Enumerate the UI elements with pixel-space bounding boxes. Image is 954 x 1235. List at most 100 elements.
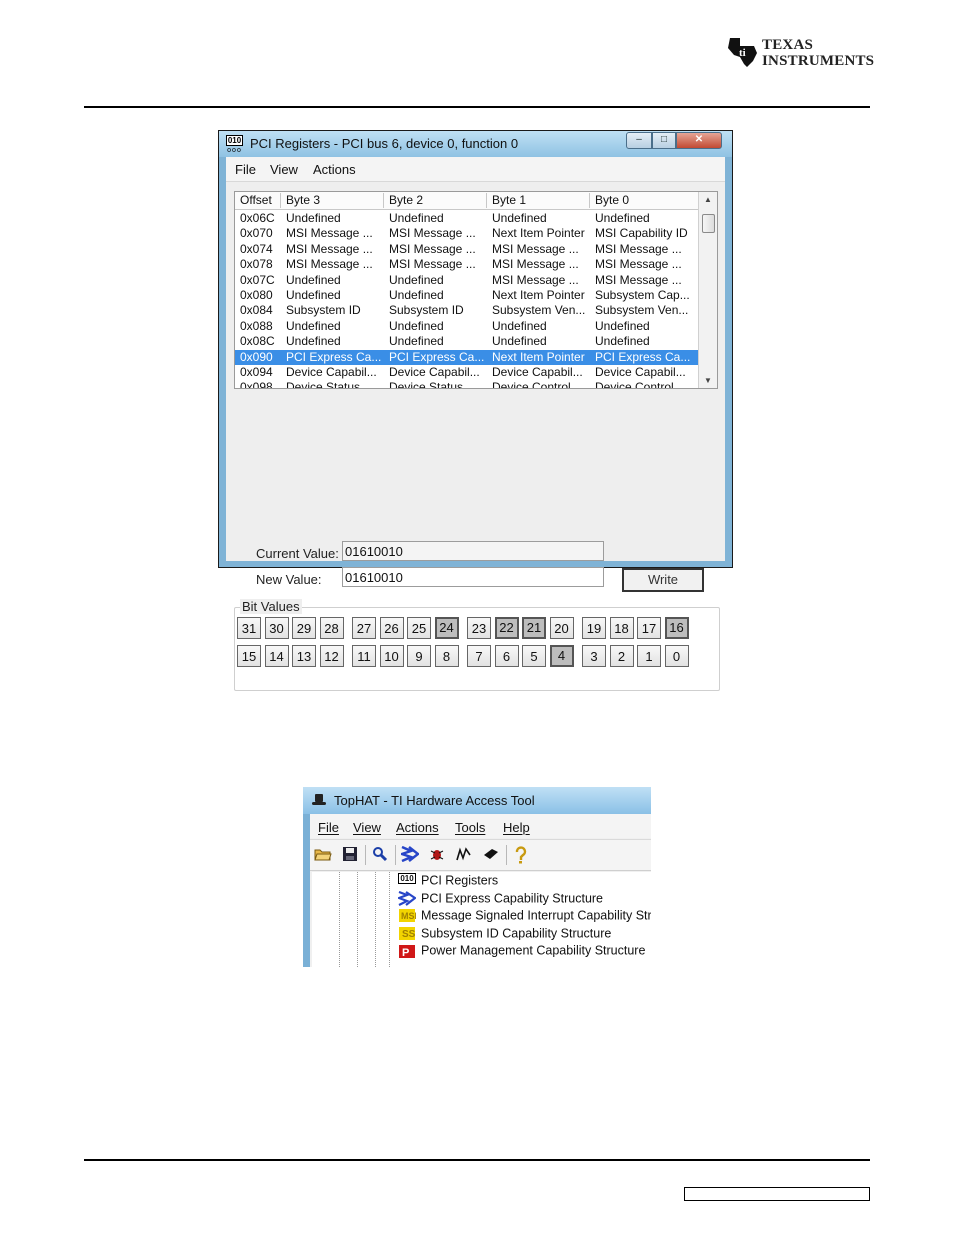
table-row[interactable]: 0x06C Undefined Undefined Undefined Undefine… <box>235 211 698 226</box>
column-byte3[interactable]: Byte 3 <box>281 193 384 208</box>
tophat-window: TopHAT - TI Hardware Access Tool File Vi… <box>303 787 651 967</box>
bit-19-toggle[interactable]: 19 <box>582 617 606 639</box>
bit-25-toggle[interactable]: 25 <box>407 617 431 639</box>
probe-icon[interactable] <box>455 846 473 864</box>
bug-icon[interactable] <box>428 846 446 864</box>
toolbar-separator <box>395 845 396 865</box>
table-row[interactable]: 0x090 PCI Express Ca... PCI Express Ca... N… <box>235 349 698 365</box>
table-row[interactable]: 0x078 MSI Message ... MSI Message ... MSI M… <box>235 257 698 272</box>
table-cell: 0x098 <box>240 380 273 389</box>
write-button[interactable]: Write <box>622 568 704 592</box>
close-button[interactable]: ✕ <box>676 132 722 149</box>
menu-actions[interactable]: Actions <box>313 162 356 177</box>
table-row[interactable]: 0x094 Device Capabil... Device Capabil... D… <box>235 365 698 380</box>
title-bar[interactable]: TopHAT - TI Hardware Access Tool <box>303 787 651 814</box>
table-cell: PCI Express Ca... <box>389 349 485 364</box>
bit-3-toggle[interactable]: 3 <box>582 645 606 667</box>
tree-item[interactable]: 010 PCI Registers <box>398 873 498 890</box>
table-row[interactable]: 0x088 Undefined Undefined Undefined Undefine… <box>235 319 698 334</box>
maximize-button[interactable]: □ <box>652 132 676 149</box>
bit-28-toggle[interactable]: 28 <box>319 617 344 639</box>
bit-22-toggle[interactable]: 22 <box>494 617 519 639</box>
chip-icon[interactable] <box>482 846 500 864</box>
menu-file[interactable]: File <box>318 820 339 835</box>
tophat-icon <box>312 794 326 806</box>
table-cell: Next Item Pointer <box>492 349 585 364</box>
current-value-label: Current Value: <box>256 546 339 561</box>
help-icon[interactable] <box>512 846 530 864</box>
scroll-thumb[interactable] <box>702 214 715 233</box>
bit-20-toggle[interactable]: 20 <box>549 617 574 639</box>
bit-0-toggle[interactable]: 0 <box>664 645 689 667</box>
column-byte1[interactable]: Byte 1 <box>487 193 590 208</box>
table-header: Offset Byte 3 Byte 2 Byte 1 Byte 0 <box>235 192 698 210</box>
menu-file[interactable]: File <box>235 162 256 177</box>
menu-help[interactable]: Help <box>503 820 530 835</box>
title-bar[interactable]: 010 ooo PCI Registers - PCI bus 6, devic… <box>219 131 732 157</box>
table-row[interactable]: 0x080 Undefined Undefined Next Item Pointer… <box>235 288 698 303</box>
icon-bits-label: 010 <box>226 135 243 146</box>
bit-8-toggle[interactable]: 8 <box>434 645 459 667</box>
menu-tools[interactable]: Tools <box>455 820 485 835</box>
bit-30-toggle[interactable]: 30 <box>264 617 289 639</box>
minimize-button[interactable]: – <box>626 132 652 149</box>
table-cell: Undefined <box>286 318 341 333</box>
table-row[interactable]: 0x074 MSI Message ... MSI Message ... MSI M… <box>235 242 698 257</box>
bit-5-toggle[interactable]: 5 <box>522 645 546 667</box>
table-cell: MSI Message ... <box>286 241 373 256</box>
bit-7-toggle[interactable]: 7 <box>467 645 491 667</box>
bit-29-toggle[interactable]: 29 <box>292 617 316 639</box>
table-row[interactable]: 0x08C Undefined Undefined Undefined Undefine… <box>235 334 698 349</box>
logo-text-instruments: INSTRUMENTS <box>762 53 875 69</box>
pci-express-icon[interactable] <box>398 845 421 864</box>
tree-item[interactable]: MSI Message Signaled Interrupt Capability… <box>398 908 651 925</box>
bit-11-toggle[interactable]: 11 <box>352 645 376 667</box>
bit-23-toggle[interactable]: 23 <box>467 617 491 639</box>
new-value-input[interactable]: 01610010 <box>342 567 604 587</box>
tree-item[interactable]: SS Subsystem ID Capability Structure <box>398 926 611 943</box>
tree-item[interactable]: P Power Management Capability Structure <box>398 943 645 960</box>
bit-14-toggle[interactable]: 14 <box>264 645 289 667</box>
bit-16-toggle[interactable]: 16 <box>664 617 689 639</box>
column-byte0[interactable]: Byte 0 <box>590 193 698 208</box>
table-row[interactable]: 0x070 MSI Message ... MSI Message ... Next … <box>235 226 698 241</box>
bit-24-toggle[interactable]: 24 <box>434 617 459 639</box>
menu-view[interactable]: View <box>270 162 298 177</box>
column-offset[interactable]: Offset <box>235 193 281 208</box>
table-row[interactable]: 0x07C Undefined Undefined MSI Message ... MS… <box>235 273 698 288</box>
menu-view[interactable]: View <box>353 820 381 835</box>
tree-item-label: Message Signaled Interrupt Capability St… <box>421 908 651 923</box>
bit-10-toggle[interactable]: 10 <box>379 645 404 667</box>
bit-17-toggle[interactable]: 17 <box>637 617 661 639</box>
bit-9-toggle[interactable]: 9 <box>407 645 431 667</box>
bit-2-toggle[interactable]: 2 <box>609 645 634 667</box>
bit-27-toggle[interactable]: 27 <box>352 617 376 639</box>
bit-4-toggle[interactable]: 4 <box>549 645 574 667</box>
bit-21-toggle[interactable]: 21 <box>522 617 546 639</box>
bit-6-toggle[interactable]: 6 <box>494 645 519 667</box>
bit-18-toggle[interactable]: 18 <box>609 617 634 639</box>
column-byte2[interactable]: Byte 2 <box>384 193 487 208</box>
menu-actions[interactable]: Actions <box>396 820 439 835</box>
table-row[interactable]: 0x084 Subsystem ID Subsystem ID Subsystem V… <box>235 303 698 318</box>
bit-26-toggle[interactable]: 26 <box>379 617 404 639</box>
search-icon[interactable] <box>371 846 389 864</box>
bit-1-toggle[interactable]: 1 <box>637 645 661 667</box>
table-row[interactable]: 0x098 Device Status Device Status Device Co… <box>235 380 698 389</box>
bit-15-toggle[interactable]: 15 <box>237 645 261 667</box>
table-cell: 0x078 <box>240 257 273 272</box>
bit-values-group: Bit Values 31 30 29 28 27 26 25 24 23 22 21 20 19 18 1… <box>234 599 720 691</box>
bit-31-toggle[interactable]: 31 <box>237 617 261 639</box>
bit-13-toggle[interactable]: 13 <box>292 645 316 667</box>
table-cell: 0x088 <box>240 318 273 333</box>
bit-12-toggle[interactable]: 12 <box>319 645 344 667</box>
tree-item[interactable]: PCI Express Capability Structure <box>395 890 603 908</box>
table-cell: MSI Message ... <box>595 257 682 272</box>
scroll-up-icon[interactable]: ▲ <box>699 192 717 207</box>
table-cell: MSI Message ... <box>595 241 682 256</box>
vertical-scrollbar[interactable]: ▲ ▼ <box>698 192 717 388</box>
open-folder-icon[interactable] <box>314 846 332 864</box>
svg-text:P: P <box>402 947 409 959</box>
scroll-down-icon[interactable]: ▼ <box>699 373 717 388</box>
save-icon[interactable] <box>341 846 359 864</box>
